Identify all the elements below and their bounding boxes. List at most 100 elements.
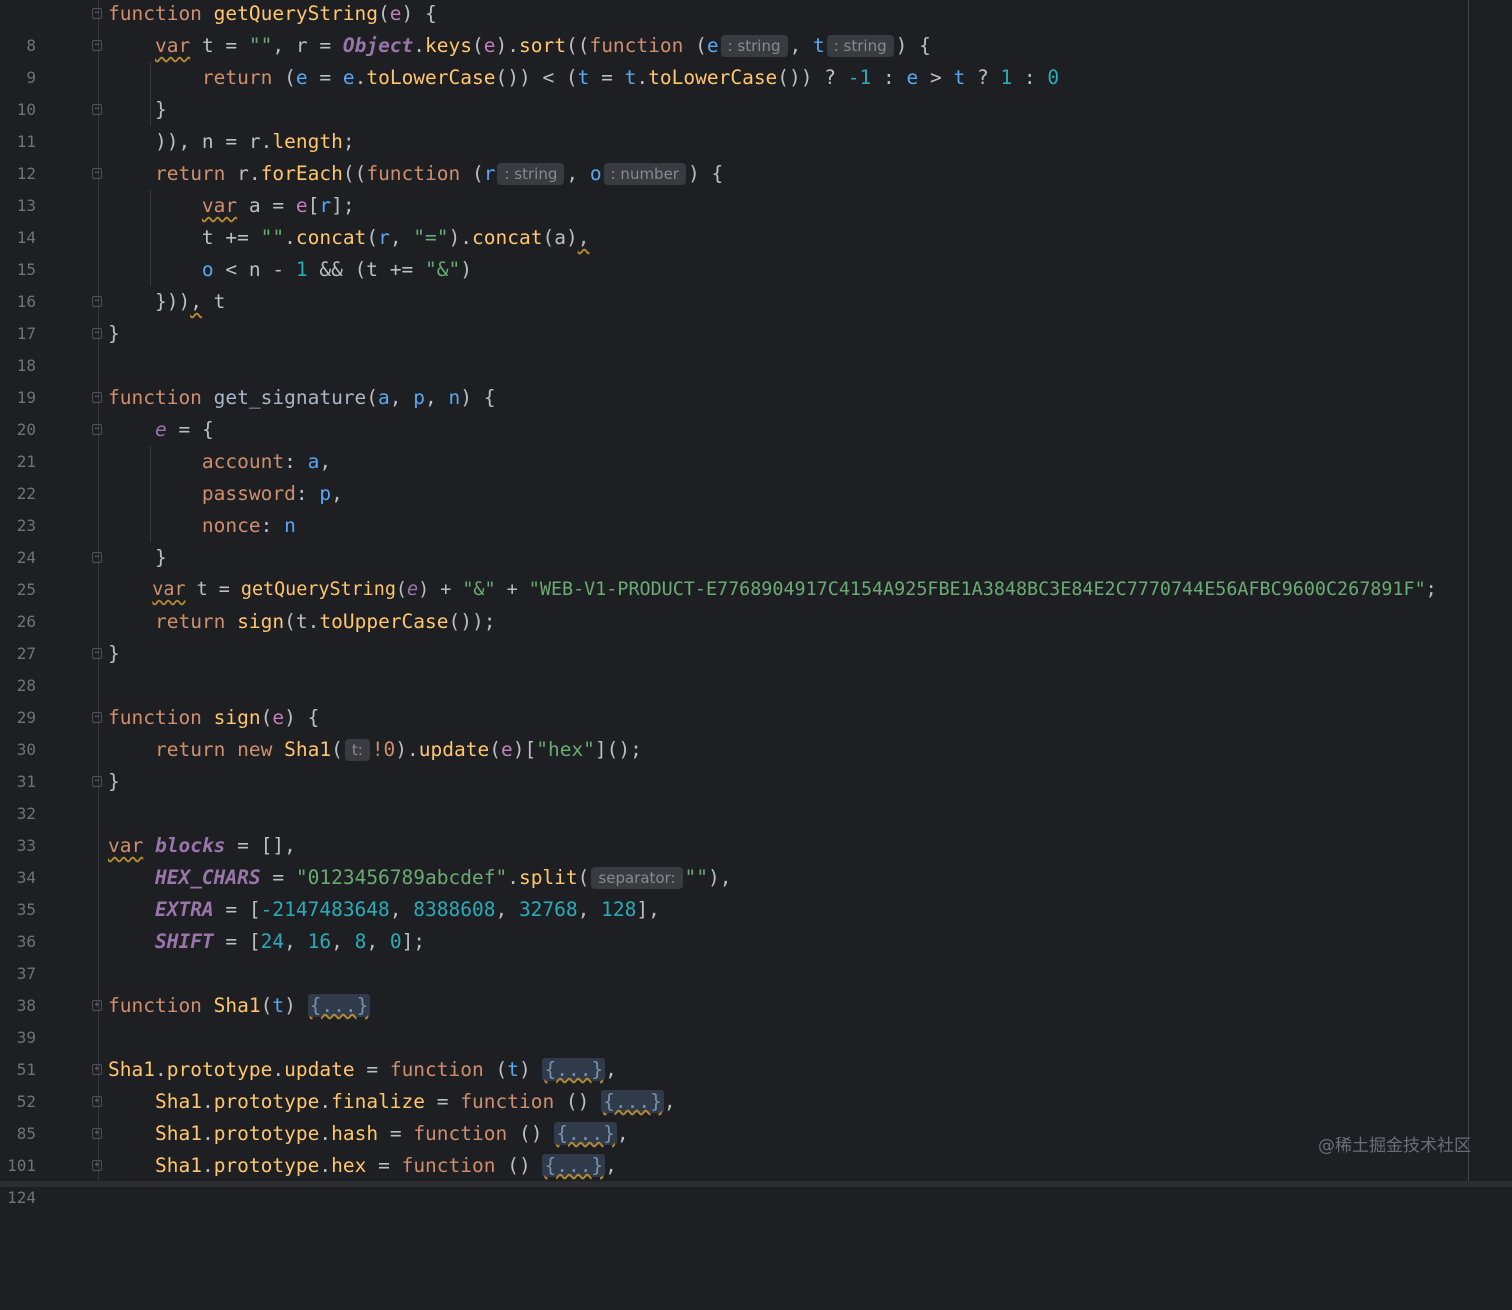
fold-expand-icon[interactable]: + [92, 1000, 102, 1011]
code-line[interactable]: 31 return new Sha1(t: !0).update(e)["hex"… [0, 734, 1468, 791]
code-text[interactable]: password: p, [108, 478, 343, 510]
code-line[interactable]: 101 + Sha1.prototype.hash = function () … [0, 1118, 1468, 1175]
code-line[interactable]: 16 o < n - 1 && (t += "&") [0, 254, 1468, 311]
code-text[interactable]: } [108, 318, 120, 350]
fold-expand-icon[interactable]: + [92, 1096, 102, 1107]
horizontal-scrollbar[interactable] [0, 1181, 1512, 1187]
folded-code-block[interactable]: {...} [307, 994, 371, 1017]
code-text[interactable]: nonce: n [108, 510, 296, 542]
fold-end-icon[interactable]: − [92, 328, 102, 339]
code-text[interactable]: o < n - 1 && (t += "&") [108, 254, 472, 286]
code-line[interactable]: 9 − var t = "", r = Object.keys(e).sort(… [0, 30, 1468, 87]
code-line[interactable]: 13 − return r.forEach((function (r: stri… [0, 158, 1468, 215]
code-editor[interactable]: 8 − function getQueryString(e) { 9 − var… [0, 0, 1512, 1207]
code-line[interactable]: 24 nonce: n [0, 510, 1468, 567]
code-line[interactable]: 38 [0, 958, 1468, 1015]
code-text[interactable]: function getQueryString(e) { [108, 0, 437, 30]
code-line[interactable]: 124 + Sha1.prototype.hex = function () {… [0, 1150, 1468, 1207]
folded-code-block[interactable]: {...} [601, 1090, 664, 1113]
type-hint: : string [720, 35, 788, 57]
fold-expand-icon[interactable]: + [92, 1064, 102, 1075]
fold-end-icon[interactable]: − [92, 552, 102, 563]
code-text[interactable]: function get_signature(a, p, n) { [108, 382, 496, 414]
code-text[interactable]: var a = e[r]; [108, 190, 355, 222]
fold-collapse-icon[interactable]: − [92, 424, 102, 435]
code-line[interactable]: 32 − } [0, 766, 1468, 823]
indent-guide [150, 190, 151, 286]
code-text[interactable]: account: a, [108, 446, 331, 478]
watermark: @稀土掘金技术社区 [1318, 1136, 1471, 1156]
code-line[interactable]: 12 )), n = r.length; [0, 126, 1468, 183]
code-line[interactable]: 52 + Sha1.prototype.update = function (t… [0, 1054, 1468, 1111]
type-hint: : string [497, 163, 565, 185]
code-text[interactable]: e = { [108, 414, 214, 446]
code-text[interactable]: return sign(t.toUpperCase()); [108, 606, 496, 638]
code-text[interactable]: return (e = e.toLowerCase()) < (t = t.to… [108, 62, 1059, 94]
code-text[interactable]: var blocks = [], [108, 830, 296, 862]
code-line[interactable]: 15 t += "".concat(r, "=").concat(a), [0, 222, 1468, 279]
folded-code-block[interactable]: {...} [542, 1154, 606, 1177]
code-line[interactable]: 34 var blocks = [], [0, 830, 1468, 887]
fold-expand-icon[interactable]: + [92, 1128, 102, 1139]
fold-end-icon[interactable]: − [92, 648, 102, 659]
code-text[interactable]: } [108, 542, 167, 574]
code-line[interactable]: 21 − e = { [0, 414, 1468, 471]
code-text[interactable]: )), n = r.length; [108, 126, 355, 158]
code-line[interactable]: 29 [0, 670, 1468, 727]
fold-end-icon[interactable]: − [92, 296, 102, 307]
code-text[interactable]: } [108, 94, 167, 126]
code-text[interactable]: EXTRA = [-2147483648, 8388608, 32768, 12… [108, 894, 660, 926]
code-line[interactable]: 25 − } [0, 542, 1468, 599]
code-line[interactable]: 28 − } [0, 638, 1468, 695]
code-line[interactable]: 37 SHIFT = [24, 16, 8, 0]; [0, 926, 1468, 983]
fold-collapse-icon[interactable]: − [92, 168, 102, 179]
code-line[interactable]: 51 [0, 1022, 1468, 1079]
code-line[interactable]: 10 return (e = e.toLowerCase()) < (t = t… [0, 62, 1468, 119]
code-text[interactable]: HEX_CHARS = "0123456789abcdef".split(sep… [108, 862, 732, 894]
code-line[interactable]: 23 password: p, [0, 478, 1468, 535]
code-line[interactable]: 39 + function Sha1(t) {...} [0, 990, 1468, 1047]
code-text[interactable]: var t = getQueryString(e) + "&" + "WEB-V… [108, 574, 1436, 606]
code-text[interactable]: function sign(e) { [108, 702, 319, 734]
code-text[interactable]: })), t [108, 286, 225, 318]
folded-code-block[interactable]: {...} [554, 1122, 617, 1145]
code-text[interactable]: function Sha1(t) {...} [108, 990, 371, 1022]
code-line[interactable]: 14 var a = e[r]; [0, 190, 1468, 247]
code-line[interactable]: 27 return sign(t.toUpperCase()); [0, 606, 1468, 663]
code-line[interactable]: 11 − } [0, 94, 1468, 151]
code-text[interactable]: Sha1.prototype.hex = function () {...}, [108, 1150, 617, 1182]
code-text[interactable]: } [108, 638, 120, 670]
code-line[interactable]: 20 − function get_signature(a, p, n) { [0, 382, 1468, 439]
code-text[interactable]: var t = "", r = Object.keys(e).sort((fun… [108, 30, 931, 62]
code-text[interactable]: return new Sha1(t: !0).update(e)["hex"]()… [108, 734, 642, 766]
code-line[interactable]: 36 EXTRA = [-2147483648, 8388608, 32768,… [0, 894, 1468, 951]
fold-expand-icon[interactable]: + [92, 1160, 102, 1171]
code-text[interactable]: Sha1.prototype.hash = function () {...}, [108, 1118, 629, 1150]
code-line[interactable]: 17 − })), t [0, 286, 1468, 343]
code-line[interactable]: 35 HEX_CHARS = "0123456789abcdef".split(… [0, 862, 1468, 919]
code-text[interactable]: Sha1.prototype.finalize = function () {.… [108, 1086, 676, 1118]
code-text[interactable]: t += "".concat(r, "=").concat(a), [108, 222, 590, 254]
code-line[interactable]: 26 var t = getQueryString(e) + "&" + "WE… [0, 574, 1468, 631]
type-hint: : number [603, 163, 686, 185]
code-line[interactable]: 85 + Sha1.prototype.finalize = function … [0, 1086, 1468, 1143]
folded-code-block[interactable]: {...} [542, 1058, 606, 1081]
fold-collapse-icon[interactable]: − [92, 40, 102, 51]
code-line[interactable]: 22 account: a, [0, 446, 1468, 503]
type-hint: : string [826, 35, 894, 57]
code-text[interactable]: return r.forEach((function (r: string, o… [108, 158, 723, 190]
code-line[interactable]: 30 − function sign(e) { [0, 702, 1468, 759]
fold-end-icon[interactable]: − [92, 104, 102, 115]
code-line[interactable]: 19 [0, 350, 1468, 407]
indent-guide [150, 62, 151, 126]
fold-collapse-icon[interactable]: − [92, 392, 102, 403]
fold-end-icon[interactable]: − [92, 776, 102, 787]
code-text[interactable]: Sha1.prototype.update = function (t) {..… [108, 1054, 617, 1086]
code-text[interactable]: SHIFT = [24, 16, 8, 0]; [108, 926, 425, 958]
code-line[interactable]: 8 − function getQueryString(e) { [0, 0, 1468, 55]
fold-collapse-icon[interactable]: − [92, 712, 102, 723]
fold-collapse-icon[interactable]: − [92, 8, 102, 19]
code-line[interactable]: 18 − } [0, 318, 1468, 375]
code-line[interactable]: 33 [0, 798, 1468, 855]
code-text[interactable]: } [108, 766, 120, 798]
